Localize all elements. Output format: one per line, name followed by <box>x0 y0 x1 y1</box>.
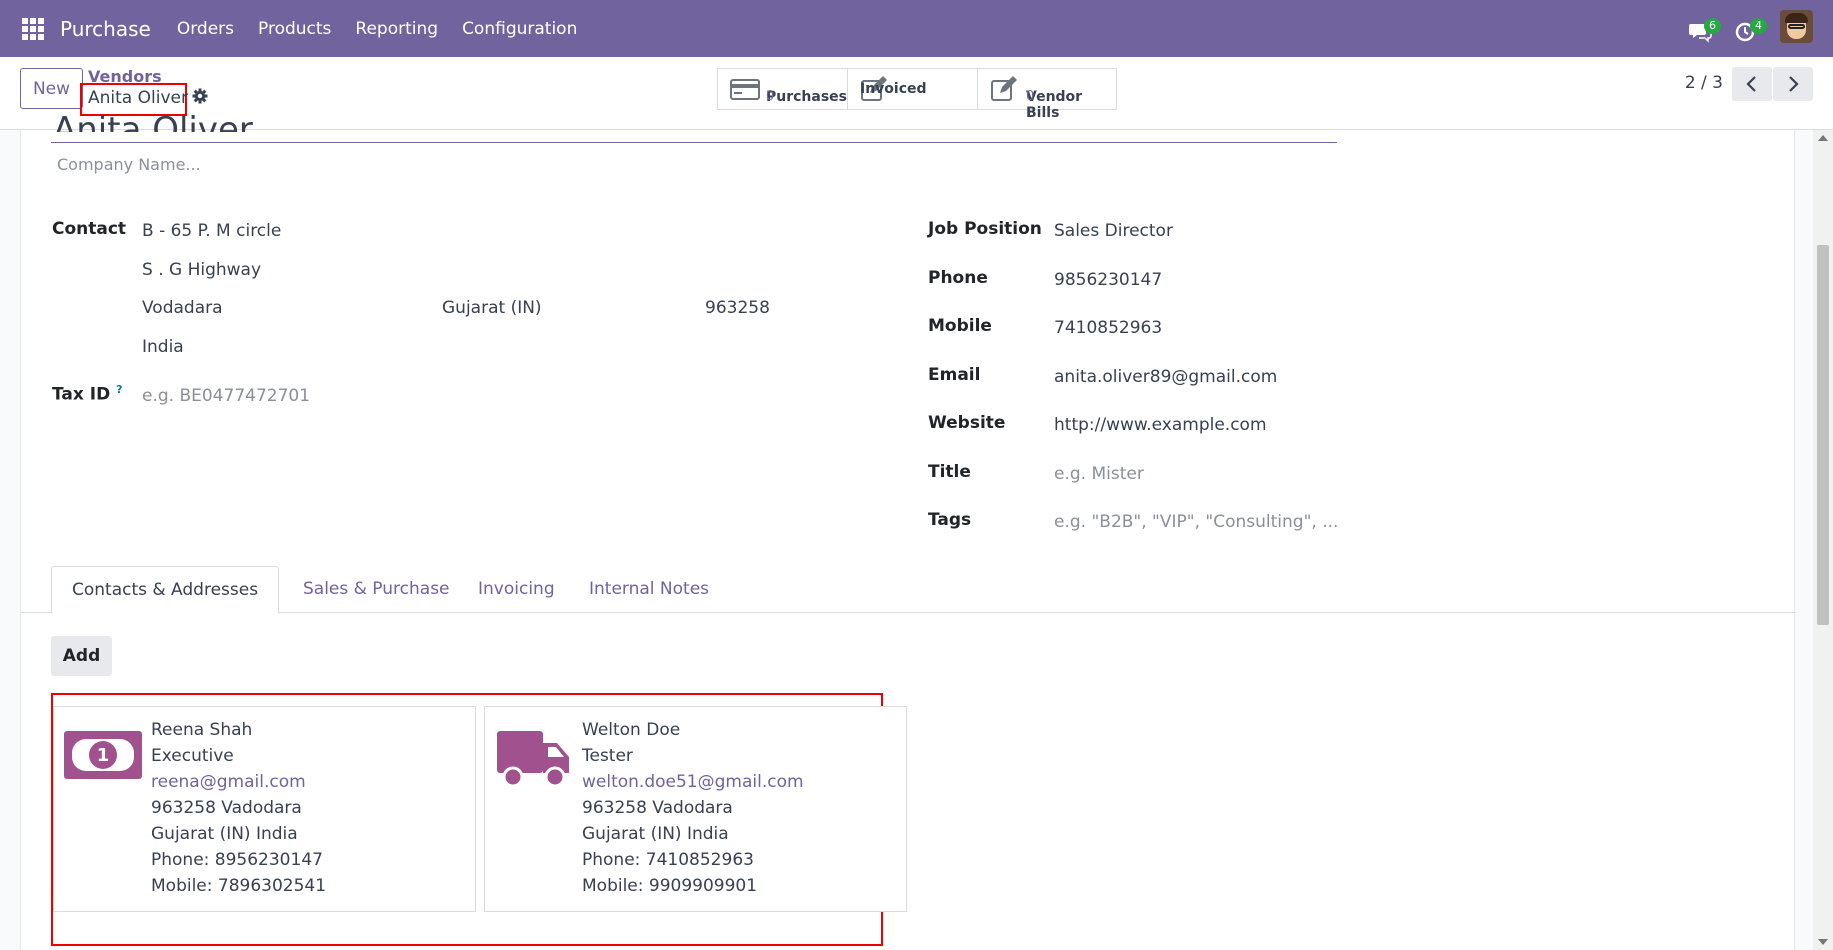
notebook-tabs: Contacts & Addresses Sales & Purchase In… <box>21 566 1796 614</box>
menu-configuration[interactable]: Configuration <box>462 19 577 39</box>
menu-products[interactable]: Products <box>258 19 331 39</box>
apps-grid-icon[interactable] <box>22 17 44 40</box>
activities-badge: 4 <box>1750 17 1767 34</box>
company-name-field[interactable]: Company Name... <box>57 155 201 174</box>
title-label: Title <box>928 462 971 482</box>
contact-email-link[interactable]: reena@gmail.com <box>151 769 326 795</box>
contact-address-line2: Gujarat (IN) India <box>582 824 729 844</box>
form-sheet: Anita Oliver Company Name... Contact B -… <box>20 110 1796 950</box>
vertical-scrollbar[interactable] <box>1813 130 1833 950</box>
scroll-down-arrow[interactable] <box>1818 939 1828 945</box>
contact-address-line2: Gujarat (IN) India <box>151 824 298 844</box>
zip-field[interactable]: 963258 <box>705 298 770 318</box>
job-position-field[interactable]: Sales Director <box>1054 221 1173 241</box>
country-field[interactable]: India <box>142 337 184 357</box>
contact-address-line1: 963258 Vadodara <box>582 798 733 818</box>
email-field[interactable]: anita.oliver89@gmail.com <box>1054 367 1277 387</box>
add-contact-button[interactable]: Add <box>51 636 112 676</box>
money-bill-icon: 1 <box>64 731 142 779</box>
phone-field[interactable]: 9856230147 <box>1054 270 1162 290</box>
contact-phone: Phone: 7410852963 <box>582 850 754 870</box>
smart-button-invoiced[interactable]: Invoiced <box>847 68 978 110</box>
scroll-up-arrow[interactable] <box>1818 135 1828 141</box>
tags-field[interactable]: e.g. "B2B", "VIP", "Consulting", ... <box>1054 512 1338 532</box>
contact-role: Tester <box>582 746 633 766</box>
contact-role: Executive <box>151 746 234 766</box>
mobile-label: Mobile <box>928 316 992 336</box>
top-navbar: Purchase Orders Products Reporting Confi… <box>0 0 1833 57</box>
name-underline <box>51 142 1337 143</box>
contact-name: Welton Doe <box>582 720 681 740</box>
contacts-highlight: 1 Reena Shah Executive reena@gmail.com 9… <box>51 693 907 946</box>
activities-button[interactable]: 4 <box>1734 14 1767 41</box>
user-avatar[interactable] <box>1780 10 1813 43</box>
contact-address-line1: 963258 Vadodara <box>151 798 302 818</box>
job-position-label: Job Position <box>928 219 1042 239</box>
tags-label: Tags <box>928 510 972 530</box>
smart-button-vendor-bills[interactable]: Vendor Bills 0 <box>977 68 1117 121</box>
smart-button-purchases[interactable]: Purchases 0 <box>717 68 848 110</box>
website-field[interactable]: http://www.example.com <box>1054 415 1267 435</box>
tax-id-help-icon[interactable]: ? <box>116 383 122 396</box>
app-brand[interactable]: Purchase <box>60 17 151 41</box>
contact-name: Reena Shah <box>151 720 253 740</box>
tab-internal-notes[interactable]: Internal Notes <box>569 566 729 614</box>
contact-email-link[interactable]: welton.doe51@gmail.com <box>582 769 804 795</box>
contact-phone: Phone: 8956230147 <box>151 850 323 870</box>
smart-vendor-bills-value: 0 <box>1026 89 1035 104</box>
smart-vendor-bills-label: Vendor Bills <box>1026 89 1083 121</box>
smart-invoiced-label: Invoiced <box>860 81 927 97</box>
pager-next-button[interactable] <box>1773 67 1813 101</box>
smart-purchases-label: Purchases <box>766 89 848 105</box>
title-field[interactable]: e.g. Mister <box>1054 464 1144 484</box>
tab-contacts-addresses[interactable]: Contacts & Addresses <box>51 566 280 614</box>
credit-card-icon <box>730 79 760 100</box>
tax-id-label: Tax ID ? <box>52 383 123 405</box>
chevron-right-icon <box>1789 76 1799 92</box>
mobile-field[interactable]: 7410852963 <box>1054 318 1162 338</box>
tab-invoicing[interactable]: Invoicing <box>458 566 575 614</box>
menu-orders[interactable]: Orders <box>177 19 234 39</box>
menu-reporting[interactable]: Reporting <box>355 19 438 39</box>
pager-value[interactable]: 2 / 3 <box>1685 73 1723 93</box>
phone-label: Phone <box>928 268 988 288</box>
scrollbar-thumb[interactable] <box>1817 245 1829 625</box>
new-button[interactable]: New <box>20 68 83 109</box>
messages-button[interactable]: 6 <box>1688 14 1721 43</box>
svg-text:1: 1 <box>97 745 110 766</box>
email-label: Email <box>928 365 981 385</box>
messages-badge: 6 <box>1704 17 1721 34</box>
edit-icon <box>991 76 1017 101</box>
smart-purchases-value: 0 <box>766 89 775 104</box>
pager-previous-button[interactable] <box>1732 67 1772 101</box>
contact-label: Contact <box>52 219 127 239</box>
street-field[interactable]: B - 65 P. M circle <box>142 221 281 241</box>
state-field[interactable]: Gujarat (IN) <box>442 298 542 318</box>
city-field[interactable]: Vodadara <box>142 298 223 318</box>
truck-icon <box>497 731 569 788</box>
gear-icon[interactable] <box>192 88 208 104</box>
contact-mobile: Mobile: 9909909901 <box>582 876 758 896</box>
contact-card[interactable]: Welton Doe Tester welton.doe51@gmail.com… <box>484 706 907 912</box>
tax-id-field[interactable]: e.g. BE0477472701 <box>142 386 310 406</box>
street2-field[interactable]: S . G Highway <box>142 260 261 280</box>
chevron-left-icon <box>1746 76 1756 92</box>
partner-name-field[interactable]: Anita Oliver <box>53 110 313 132</box>
contact-mobile: Mobile: 7896302541 <box>151 876 327 896</box>
contact-card[interactable]: 1 Reena Shah Executive reena@gmail.com 9… <box>53 706 476 912</box>
tab-sales-purchase[interactable]: Sales & Purchase <box>283 566 470 614</box>
website-label: Website <box>928 413 1006 433</box>
